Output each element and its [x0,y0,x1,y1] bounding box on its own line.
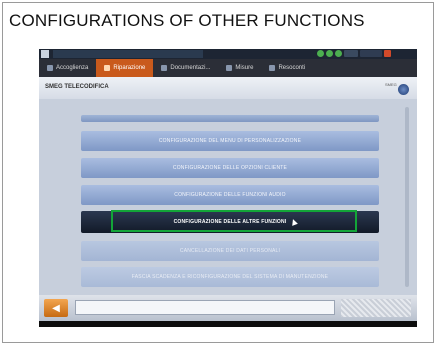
report-icon [269,65,276,71]
tab-label: Resoconti [278,65,306,71]
tab-riparazione[interactable]: Riparazione [96,59,154,77]
menu-item-personalization[interactable]: CONFIGURAZIONE DEL MENU DI PERSONALIZZAZ… [81,131,379,151]
logo-disc-icon [398,84,409,95]
monitor-bezel [39,321,417,327]
tab-label: Misure [235,65,254,71]
brand-logo: SMEG [385,80,409,96]
window-taskbar [39,49,417,59]
tab-resoconti[interactable]: Resoconti [261,59,313,77]
tab-label: Riparazione [113,65,146,71]
wrench-icon [104,65,111,71]
menu-item-delete-personal-data[interactable]: CANCELLAZIONE DEI DATI PERSONALI [81,241,379,261]
status-field [75,300,335,315]
menu-item-customer-options[interactable]: CONFIGURAZIONE DELLE OPZIONI CLIENTE [81,158,379,178]
menu-item-maintenance[interactable]: FASCIA SCADENZA E RICONFIGURAZIONE DEL S… [81,267,379,287]
selection-highlight [111,210,357,232]
hatched-panel [341,299,411,317]
tab-documentazione[interactable]: Documentazi... [153,59,218,77]
clock-display [360,50,382,57]
tab-label: Accoglienza [56,65,89,71]
window-title-bar [53,50,203,58]
home-icon [47,65,53,71]
main-tabs: Accoglienza Riparazione Documentazi... M… [39,59,417,77]
gauge-icon [226,65,233,71]
alert-icon [384,50,391,57]
menu-panel: CONFIGURAZIONE DEL MENU DI PERSONALIZZAZ… [39,99,417,295]
document-icon [161,65,168,71]
battery-icon [344,50,358,57]
tab-label: Documentazi... [170,65,211,71]
page-title: SMEG TELECODIFICA [45,84,109,90]
status-green-icon-3 [335,50,342,57]
status-green-icon [317,50,324,57]
tab-accoglienza[interactable]: Accoglienza [39,59,96,77]
bottom-bar: ◀ [39,295,417,321]
figure-frame: CONFIGURATIONS OF OTHER FUNCTIONS Accogl… [2,2,434,343]
scrollbar[interactable] [405,107,409,287]
status-green-icon-2 [326,50,333,57]
tab-misure[interactable]: Misure [218,59,261,77]
back-button[interactable]: ◀ [44,299,68,317]
arrow-left-icon: ◀ [52,302,60,314]
menu-item-partial[interactable] [81,115,379,122]
page-header: SMEG TELECODIFICA SMEG [39,77,417,100]
figure-title: CONFIGURATIONS OF OTHER FUNCTIONS [9,11,365,30]
menu-item-audio-functions[interactable]: CONFIGURAZIONE DELLE FUNZIONI AUDIO [81,185,379,205]
system-tray [317,50,391,57]
logo-text: SMEG [385,82,397,87]
window-app-icon [41,50,49,58]
screen-photo: Accoglienza Riparazione Documentazi... M… [39,49,417,327]
